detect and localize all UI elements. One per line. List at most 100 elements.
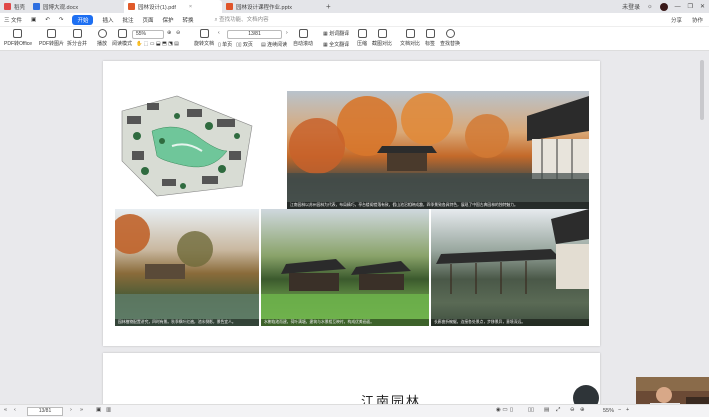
- label: 旋转文档: [194, 41, 215, 47]
- pdf-to-image-button[interactable]: PDF转图片: [39, 29, 64, 47]
- fit-width-icon[interactable]: ▥: [106, 407, 111, 413]
- document-viewer[interactable]: 江南园林以苏州园林为代表，布局精巧，亭台楼阁错落有致，假山池沼相映成趣，四季景致…: [0, 51, 709, 404]
- next-page-icon[interactable]: ›: [70, 407, 72, 413]
- zoom-select[interactable]: 55%: [132, 30, 164, 39]
- status-bar: « ‹ 13/81 › » ▣ ▥ ◉ ▭ ▯ ▯▯ ▤ ⤢ ⊖ ⊕ 55% −…: [0, 404, 709, 417]
- continuous-view-icon[interactable]: ▤: [544, 407, 549, 413]
- menu-page[interactable]: 页面: [143, 16, 154, 24]
- tab-label: 园林设计课程作业.pptx: [236, 4, 292, 11]
- tab-docx[interactable]: 园博大观.docx: [29, 0, 124, 13]
- next-page-icon[interactable]: ›: [286, 30, 288, 36]
- label: 压缩: [357, 41, 368, 47]
- menu-search[interactable]: ⌕ 查找功能、文档内容: [215, 15, 269, 24]
- view-icon[interactable]: ◉ ▭: [496, 407, 508, 413]
- hand-icon[interactable]: ✋ ⬚ ▭ ⬓ ⬒ ⬔ ▤: [136, 41, 179, 47]
- new-tab-icon[interactable]: +: [326, 2, 331, 11]
- label: 单页: [222, 42, 233, 48]
- seal-mark: [573, 385, 599, 404]
- pptx-icon: [226, 3, 234, 10]
- close-window-icon[interactable]: ✕: [700, 3, 705, 10]
- read-mode-button[interactable]: 阅读模式: [112, 29, 132, 47]
- zoom-out-icon[interactable]: ⊖: [176, 30, 180, 36]
- label: 双页: [242, 42, 253, 48]
- collab-button[interactable]: 协作: [692, 16, 703, 24]
- tab-pptx[interactable]: 园林设计课程作业.pptx: [222, 0, 322, 13]
- pdf-to-office-button[interactable]: PDF转Office: [4, 29, 32, 47]
- tab-home[interactable]: 稻壳: [0, 0, 29, 13]
- rotate-icon: [199, 29, 209, 38]
- photo-caption: 江南园林以苏州园林为代表，布局精巧，亭台楼阁错落有致，假山池沼相映成趣，四季景致…: [287, 202, 589, 209]
- fit-page-icon[interactable]: ▣: [96, 407, 101, 413]
- zoom-out-icon[interactable]: ⊖: [570, 407, 575, 413]
- autumn-pavilion-photo: 江南园林以苏州园林为代表，布局精巧，亭台楼阁错落有致，假山池沼相映成趣，四季景致…: [287, 91, 589, 209]
- toolbar: PDF转Office PDF转图片 拆分合并 播放 阅读模式 55% ⊕ ⊖ ✋…: [0, 27, 709, 51]
- zoom-minus-icon[interactable]: −: [618, 407, 621, 413]
- window-controls: 未登录 ☼ — ❐ ✕: [622, 0, 705, 13]
- theme-icon[interactable]: ☼: [647, 4, 653, 10]
- menu-redo-icon[interactable]: ↷: [59, 17, 64, 23]
- play-icon: [97, 29, 107, 38]
- scroll-icon: [298, 29, 308, 38]
- label: 拆分合并: [67, 41, 88, 47]
- note-icon: [425, 29, 435, 38]
- menu-protect[interactable]: 保护: [163, 16, 174, 24]
- user-status[interactable]: 未登录: [622, 2, 640, 11]
- status-page-input[interactable]: 13/81: [27, 407, 63, 416]
- restore-icon[interactable]: ❐: [688, 3, 693, 10]
- prev-page-icon[interactable]: ‹: [14, 407, 16, 413]
- label: 划词翻译: [329, 31, 350, 37]
- text-compare-button[interactable]: 文档对比: [400, 29, 420, 47]
- find-replace-button[interactable]: 查找替换: [440, 29, 460, 47]
- compare-icon: [405, 29, 415, 38]
- tab-pdf[interactable]: 园林设计(1).pdf ×: [124, 0, 223, 13]
- zoom-level: 55%: [603, 408, 615, 414]
- page-title: 江南园林: [361, 395, 422, 404]
- translate-menu-button[interactable]: ▦ 划词翻译: [323, 30, 349, 37]
- single-page-button[interactable]: ▯ 单页: [218, 41, 232, 48]
- close-icon[interactable]: ×: [189, 4, 192, 10]
- menu-convert[interactable]: 转换: [183, 16, 194, 24]
- tab-label: 园博大观.docx: [43, 4, 79, 11]
- note-button[interactable]: 标签: [425, 29, 435, 47]
- double-view-icon[interactable]: ▯▯: [528, 407, 534, 413]
- menu-bar: 三 文件 ▣ ↶ ↷ 开始 插入 批注 页面 保护 转换 ⌕ 查找功能、文档内容…: [0, 13, 709, 27]
- play-button[interactable]: 播放: [97, 29, 107, 47]
- first-page-icon[interactable]: «: [4, 407, 7, 413]
- menu-file[interactable]: 三 文件: [4, 16, 22, 24]
- tab-label: 园林设计(1).pdf: [138, 4, 176, 11]
- full-translate-button[interactable]: ▦ 全文翻译: [323, 41, 349, 48]
- label: 查找替换: [440, 41, 461, 47]
- screenshot-compare-button[interactable]: 截图对比: [372, 29, 392, 47]
- continuous-read-button[interactable]: ▤ 连续阅读: [261, 41, 287, 48]
- label: 文档对比: [400, 41, 421, 47]
- share-button[interactable]: 分享: [671, 16, 682, 24]
- wps-icon: [4, 3, 11, 10]
- autumn-garden-photo: 园林植物配置讲究，四时有景。秋季枫叶红遍，池水倒影，景色宜人。: [115, 209, 259, 326]
- last-page-icon[interactable]: »: [80, 407, 83, 413]
- double-page-button[interactable]: ▯▯ 双页: [236, 41, 253, 48]
- minimize-icon[interactable]: —: [675, 4, 681, 10]
- label: PDF转图片: [39, 41, 65, 47]
- single-view-icon[interactable]: ▯: [510, 407, 513, 413]
- pdf-office-icon: [13, 29, 23, 38]
- split-merge-button[interactable]: 拆分合并: [67, 29, 87, 47]
- compress-button[interactable]: 压缩: [357, 29, 367, 47]
- prev-page-icon[interactable]: ‹: [218, 30, 220, 36]
- zoom-in-icon[interactable]: ⊕: [167, 30, 171, 36]
- book-icon: [117, 29, 127, 38]
- rotate-button[interactable]: 旋转文档: [194, 29, 214, 47]
- fit-icon[interactable]: ⤢: [556, 407, 560, 414]
- zoom-plus-icon[interactable]: +: [626, 407, 629, 413]
- label: 自动滚动: [293, 41, 314, 47]
- read-icon[interactable]: ⊕: [580, 407, 585, 413]
- vertical-scrollbar[interactable]: [700, 60, 704, 120]
- menu-annotate[interactable]: 批注: [122, 16, 133, 24]
- menu-insert[interactable]: 插入: [102, 16, 113, 24]
- page-number-input[interactable]: 13/81: [227, 30, 282, 39]
- menu-start[interactable]: 开始: [72, 14, 94, 25]
- avatar[interactable]: [659, 2, 668, 11]
- menu-save-icon[interactable]: ▣: [31, 17, 36, 23]
- menu-undo-icon[interactable]: ↶: [45, 17, 50, 23]
- auto-scroll-button[interactable]: 自动滚动: [293, 29, 313, 47]
- lotus-pavilion-photo: 水榭临池而建，荷叶满塘，建筑与水景相互映衬，构成优美画面。: [261, 209, 429, 326]
